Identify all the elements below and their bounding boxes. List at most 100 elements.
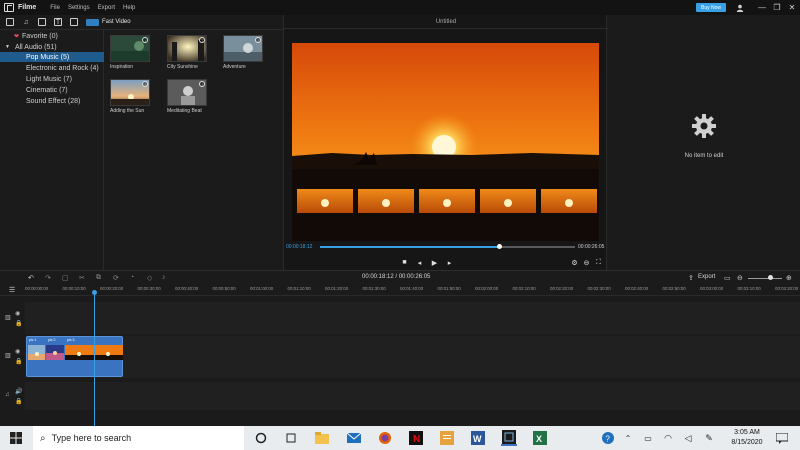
- audio-icon[interactable]: ♫: [22, 18, 30, 26]
- mail-icon[interactable]: [346, 430, 362, 446]
- eye-icon[interactable]: ◉: [15, 348, 20, 355]
- notifications-icon[interactable]: [774, 430, 790, 446]
- media-label: Inspiration: [110, 64, 134, 70]
- export-button[interactable]: Export: [698, 274, 715, 280]
- minimize-icon[interactable]: —: [756, 2, 768, 13]
- help-icon[interactable]: ?: [600, 430, 616, 446]
- wifi-icon[interactable]: ◠: [660, 430, 676, 446]
- media-thumbnail-inspiration[interactable]: ↓: [110, 35, 150, 62]
- category-favorite[interactable]: ❤ Favorite (0): [0, 31, 104, 41]
- play-icon[interactable]: ▶: [430, 258, 439, 267]
- transitions-icon[interactable]: [70, 18, 78, 26]
- zoom-out-timeline-icon[interactable]: ⊖: [737, 274, 743, 282]
- clip-label: pic 2: [48, 338, 56, 342]
- file-explorer-icon[interactable]: [314, 430, 330, 446]
- category-pop-music[interactable]: Pop Music (5): [0, 52, 104, 62]
- effects-icon[interactable]: [38, 18, 46, 26]
- volume-icon[interactable]: 🔊: [15, 388, 22, 395]
- split-icon[interactable]: ✂: [79, 274, 85, 282]
- lock-icon[interactable]: 🔒: [15, 398, 22, 405]
- text-icon[interactable]: T: [54, 18, 62, 26]
- windows-start-icon[interactable]: [10, 432, 22, 446]
- layout-icon[interactable]: ▭: [724, 274, 731, 282]
- download-icon[interactable]: ↓: [255, 37, 261, 43]
- download-icon[interactable]: ↓: [142, 37, 148, 43]
- export-icon[interactable]: ⇪: [688, 274, 694, 282]
- category-electronic-rock[interactable]: Electronic and Rock (4): [0, 63, 104, 73]
- volume-tray-icon[interactable]: ◁: [680, 430, 696, 446]
- close-icon[interactable]: ✕: [786, 2, 798, 13]
- pen-icon[interactable]: ✎: [701, 430, 717, 446]
- zoom-out-icon[interactable]: ⊖: [582, 258, 591, 267]
- next-frame-icon[interactable]: ▸: [445, 258, 454, 267]
- category-cinematic[interactable]: Cinematic (7): [0, 85, 104, 95]
- download-icon[interactable]: ↓: [199, 37, 205, 43]
- timeline-ruler[interactable]: ☰ 00:00:00:00 00:00:10:00 00:00:20:00 00:00…: [0, 284, 800, 296]
- menu-help[interactable]: Help: [123, 5, 135, 11]
- ruler-tick-label: 00:02:30:00: [587, 286, 611, 291]
- taskbar-clock[interactable]: 3:05 AM 8/15/2020: [724, 428, 770, 448]
- video-preview[interactable]: [292, 43, 599, 241]
- lock-icon[interactable]: 🔒: [15, 358, 22, 365]
- download-icon[interactable]: ↓: [199, 81, 205, 87]
- notes-app-icon[interactable]: [439, 430, 455, 446]
- download-icon[interactable]: ↓: [142, 81, 148, 87]
- delete-icon[interactable]: ▢: [62, 274, 69, 282]
- marker-icon[interactable]: ◇: [147, 274, 152, 282]
- media-thumbnail-adventure[interactable]: ↓: [223, 35, 263, 62]
- ruler-tick-label: 00:00:00:00: [25, 286, 49, 291]
- video-track-2[interactable]: [25, 336, 800, 378]
- settings-icon[interactable]: ⚙: [570, 258, 579, 267]
- media-thumbnail-meditating-beat[interactable]: ↓: [167, 79, 207, 106]
- track-menu-icon[interactable]: ☰: [9, 286, 15, 294]
- zoom-slider-knob[interactable]: [768, 275, 773, 280]
- firefox-icon[interactable]: [377, 430, 393, 446]
- buy-now-button[interactable]: Buy Now: [696, 3, 726, 12]
- menu-file[interactable]: File: [50, 5, 60, 11]
- battery-icon[interactable]: ▭: [640, 430, 656, 446]
- previous-frame-icon[interactable]: ◂: [415, 258, 424, 267]
- stop-icon[interactable]: ■: [400, 258, 409, 267]
- category-label: All Audio (51): [14, 43, 57, 51]
- zoom-slider[interactable]: [748, 278, 782, 279]
- playhead[interactable]: [94, 290, 95, 426]
- collapse-arrow-icon[interactable]: ▼: [5, 44, 10, 50]
- media-thumbnail-adding-the-sun[interactable]: ↓: [110, 79, 150, 106]
- netflix-icon[interactable]: N: [408, 430, 424, 446]
- progress-knob[interactable]: [496, 244, 502, 249]
- media-icon[interactable]: [6, 18, 14, 26]
- video-track-1[interactable]: [25, 302, 800, 334]
- filme-taskbar-icon[interactable]: [501, 430, 517, 446]
- redo-icon[interactable]: ↷: [45, 274, 51, 282]
- menu-settings[interactable]: Settings: [68, 5, 90, 11]
- taskbar-search[interactable]: ⌕ Type here to search: [33, 426, 244, 450]
- audio-track[interactable]: [25, 382, 800, 410]
- timeline-clip[interactable]: pic 1 pic 2 pic 3: [26, 336, 123, 377]
- cortana-icon[interactable]: [253, 430, 269, 446]
- word-icon[interactable]: W: [470, 430, 486, 446]
- eye-icon[interactable]: ◉: [15, 310, 20, 317]
- crop-icon[interactable]: ⧉: [96, 274, 101, 282]
- category-all-audio[interactable]: ▼ All Audio (51): [0, 42, 104, 52]
- speed-icon[interactable]: ◔: [130, 274, 134, 281]
- menu-export[interactable]: Export: [98, 5, 115, 11]
- media-thumbnail-city-sunshine[interactable]: ↓: [167, 35, 207, 62]
- chevron-up-icon[interactable]: ⌃: [620, 430, 636, 446]
- excel-icon[interactable]: X: [532, 430, 548, 446]
- category-light-music[interactable]: Light Music (7): [0, 74, 104, 84]
- rotate-icon[interactable]: ⟳: [113, 274, 119, 282]
- fullscreen-icon[interactable]: ⛶: [594, 258, 603, 267]
- undo-icon[interactable]: ↶: [28, 274, 34, 282]
- fast-video-button[interactable]: Fast Video: [86, 18, 131, 26]
- restore-icon[interactable]: ❐: [771, 2, 783, 13]
- zoom-in-timeline-icon[interactable]: ⊕: [786, 274, 792, 282]
- progress-bar[interactable]: [320, 244, 575, 249]
- category-sound-effect[interactable]: Sound Effect (28): [0, 96, 104, 106]
- audio-detach-icon[interactable]: ♪: [162, 274, 166, 281]
- film-icon: ▥: [5, 353, 11, 359]
- account-icon[interactable]: [734, 2, 746, 13]
- ruler-tick-label: 00:03:10:00: [737, 286, 761, 291]
- playhead-handle[interactable]: [92, 290, 97, 295]
- task-view-icon[interactable]: [283, 430, 299, 446]
- lock-icon[interactable]: 🔒: [15, 320, 22, 327]
